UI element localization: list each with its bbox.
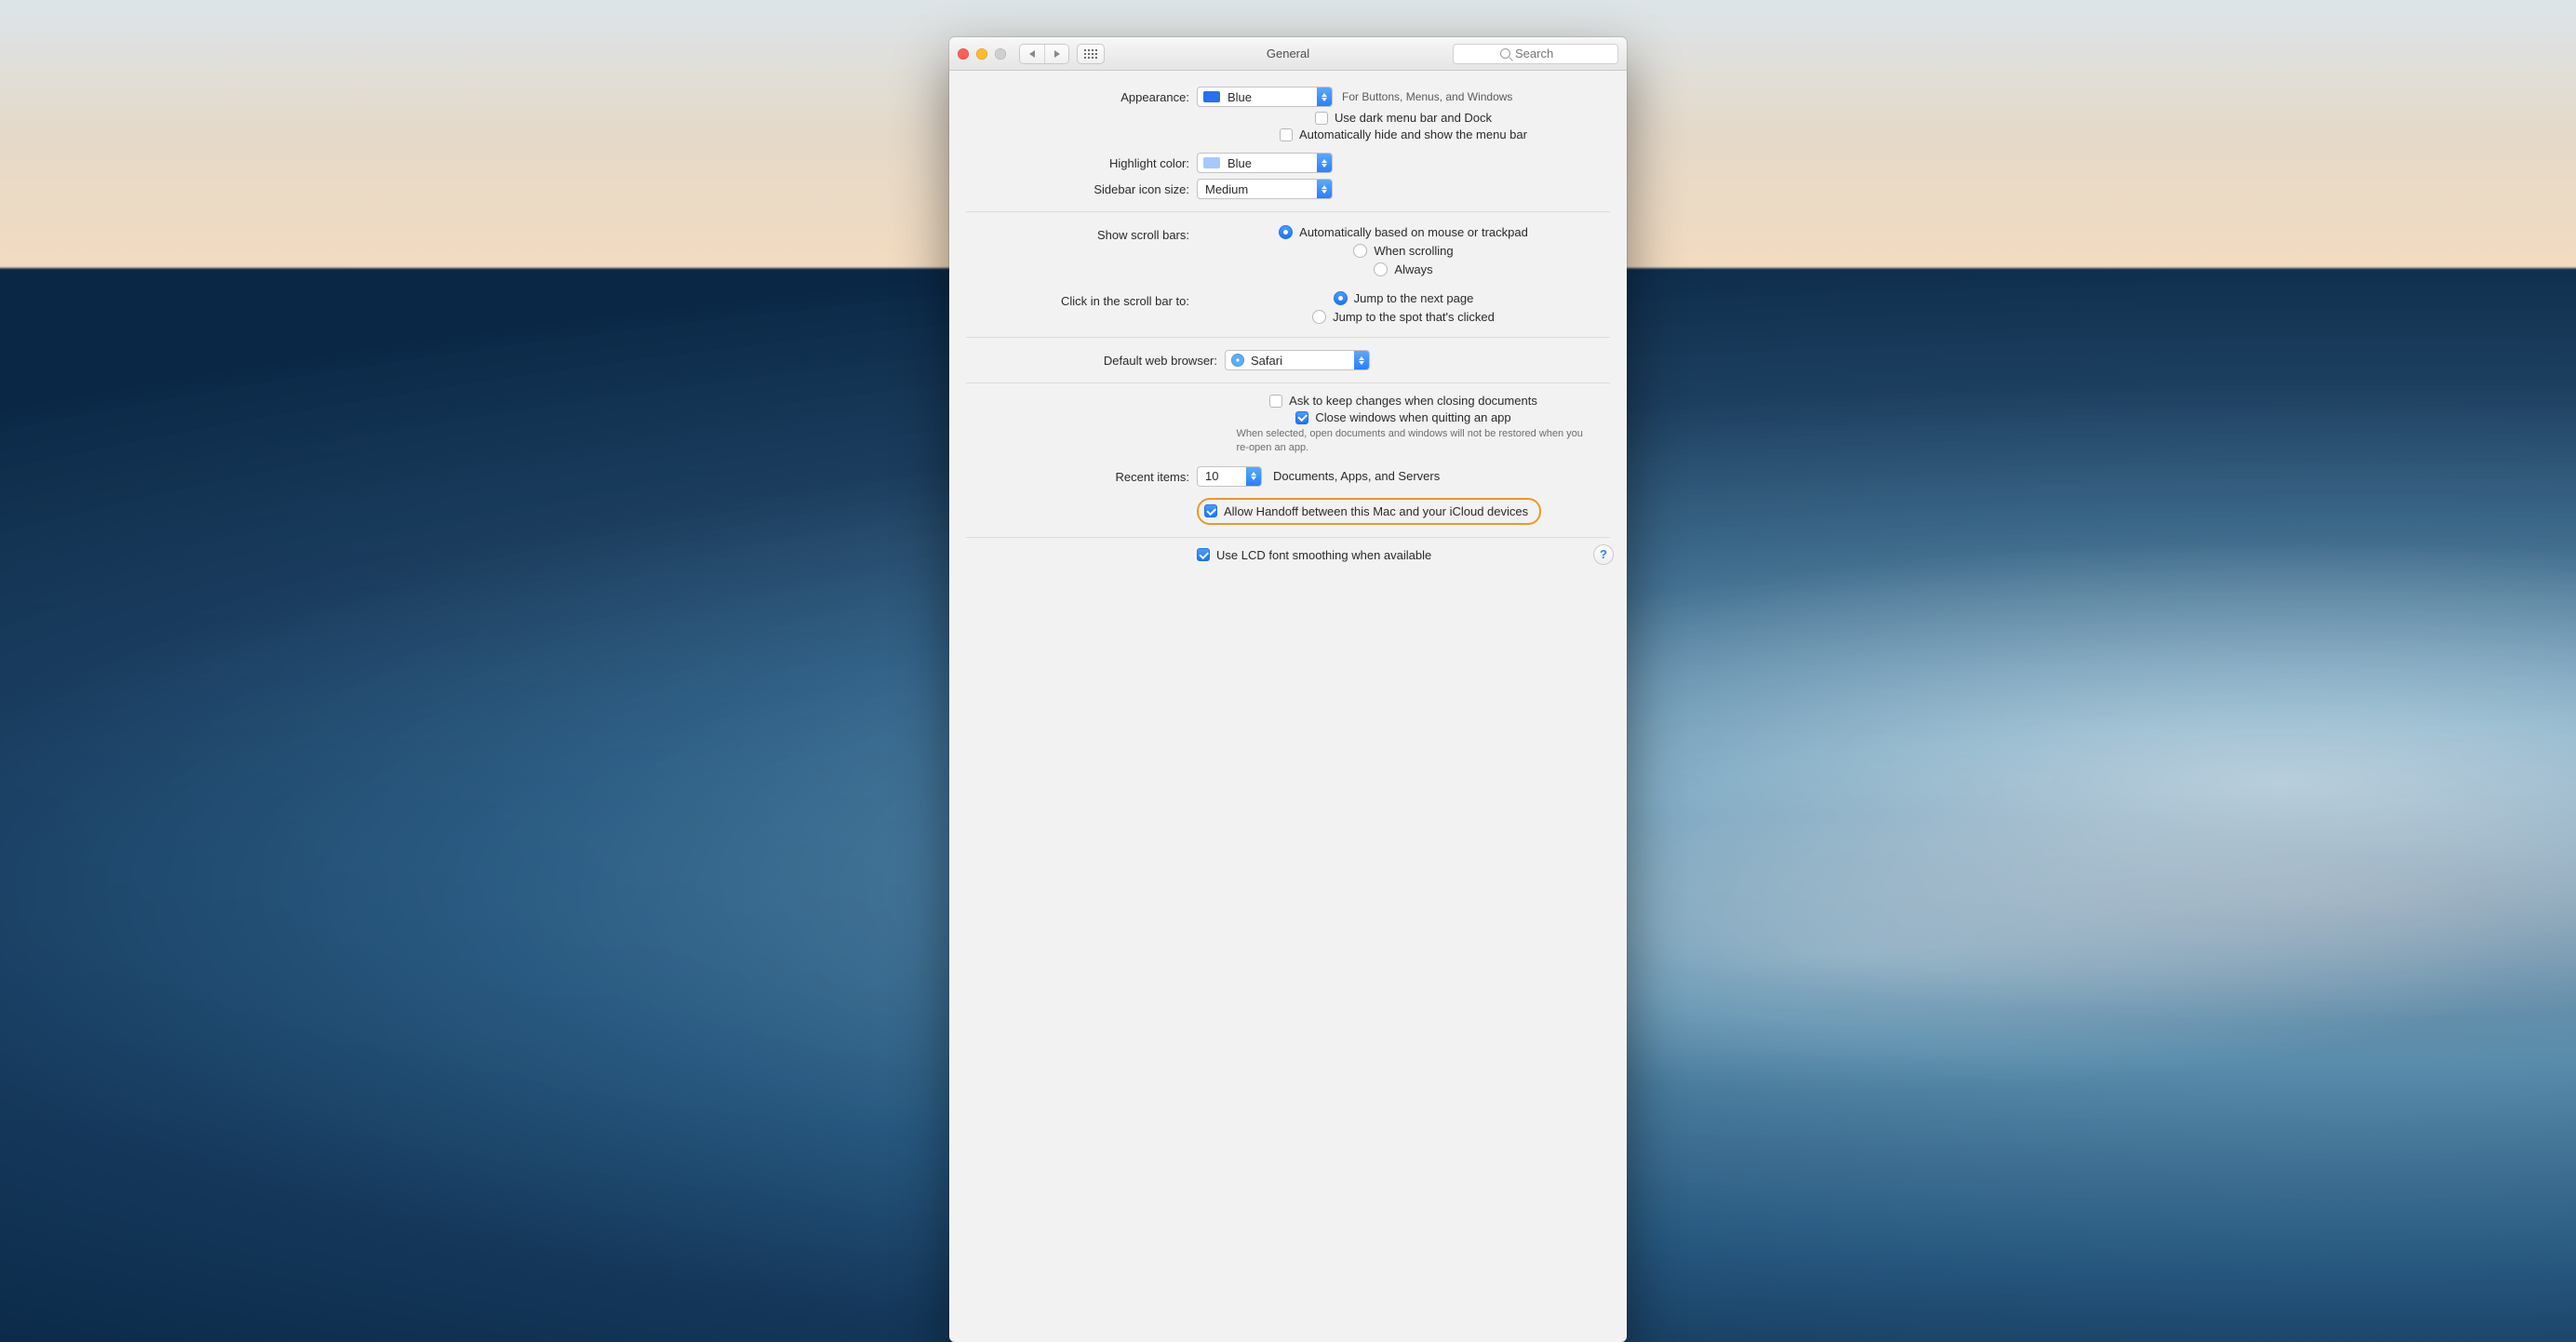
radio-icon (1334, 291, 1348, 305)
recent-label: Recent items: (966, 466, 1197, 484)
checkbox-icon (1269, 395, 1282, 408)
browser-label: Default web browser: (966, 350, 1225, 368)
dark-menu-checkbox[interactable]: Use dark menu bar and Dock (1315, 111, 1492, 125)
appearance-swatch (1203, 91, 1220, 102)
browser-popup[interactable]: Safari (1225, 350, 1370, 370)
radio-icon (1374, 262, 1388, 276)
zoom-window-button[interactable] (995, 48, 1006, 60)
close-window-button[interactable] (958, 48, 969, 60)
content-area: Appearance: Blue For Buttons, Menus, and… (949, 71, 1627, 578)
chevron-right-icon (1054, 50, 1060, 58)
forward-button[interactable] (1044, 45, 1068, 63)
safari-icon (1231, 354, 1244, 367)
scrollbars-option-scrolling[interactable]: When scrolling (1353, 243, 1453, 259)
highlight-popup[interactable]: Blue (1197, 153, 1333, 173)
close-windows-checkbox[interactable]: Close windows when quitting an app (1295, 410, 1510, 424)
grid-icon (1084, 49, 1097, 59)
appearance-popup[interactable]: Blue (1197, 87, 1333, 107)
minimize-window-button[interactable] (976, 48, 987, 60)
highlight-value: Blue (1226, 156, 1317, 170)
stepper-arrows-icon (1354, 351, 1369, 369)
divider (966, 337, 1610, 338)
checkbox-icon (1295, 411, 1308, 424)
recent-value: 10 (1198, 469, 1246, 483)
show-all-button[interactable] (1077, 44, 1105, 64)
highlight-swatch (1203, 157, 1220, 168)
chevron-left-icon (1029, 50, 1035, 58)
auto-hide-menu-checkbox[interactable]: Automatically hide and show the menu bar (1280, 127, 1527, 141)
radio-icon (1353, 244, 1367, 258)
divider (966, 211, 1610, 212)
divider (966, 537, 1610, 538)
dark-menu-label: Use dark menu bar and Dock (1335, 111, 1492, 125)
sidebar-size-value: Medium (1198, 182, 1317, 196)
auto-hide-menu-label: Automatically hide and show the menu bar (1299, 127, 1527, 141)
browser-value: Safari (1249, 354, 1354, 368)
sidebar-size-popup[interactable]: Medium (1197, 179, 1333, 199)
titlebar: General (949, 37, 1627, 71)
appearance-value: Blue (1226, 90, 1317, 104)
search-field[interactable] (1453, 44, 1618, 64)
search-input[interactable] (1515, 47, 1571, 60)
preferences-window: General Appearance: Blue For Buttons, Me… (949, 37, 1627, 1342)
stepper-arrows-icon (1246, 467, 1261, 486)
scrollclick-option-nextpage[interactable]: Jump to the next page (1334, 290, 1474, 306)
highlight-label: Highlight color: (966, 153, 1197, 170)
checkbox-icon (1204, 504, 1217, 517)
help-button[interactable]: ? (1593, 544, 1614, 565)
ask-keep-changes-checkbox[interactable]: Ask to keep changes when closing documen… (1269, 394, 1537, 408)
lcd-smoothing-checkbox[interactable]: Use LCD font smoothing when available (1197, 548, 1431, 562)
scrollbars-label: Show scroll bars: (966, 224, 1197, 242)
handoff-highlight: Allow Handoff between this Mac and your … (1197, 498, 1541, 525)
checkbox-icon (1280, 128, 1293, 141)
radio-icon (1279, 225, 1293, 239)
scrollclick-option-spot[interactable]: Jump to the spot that's clicked (1312, 309, 1495, 325)
checkbox-icon (1197, 548, 1210, 561)
stepper-arrows-icon (1317, 154, 1332, 172)
appearance-label: Appearance: (966, 87, 1197, 104)
scrollclick-label: Click in the scroll bar to: (966, 290, 1197, 308)
close-windows-note: When selected, open documents and window… (1237, 427, 1590, 455)
nav-segmented (1019, 44, 1069, 64)
recent-suffix: Documents, Apps, and Servers (1273, 469, 1440, 483)
appearance-hint: For Buttons, Menus, and Windows (1342, 90, 1512, 103)
stepper-arrows-icon (1317, 87, 1332, 106)
traffic-lights (958, 48, 1006, 60)
recent-popup[interactable]: 10 (1197, 466, 1262, 487)
sidebar-size-label: Sidebar icon size: (966, 179, 1197, 196)
search-icon (1500, 48, 1510, 59)
checkbox-icon (1315, 112, 1328, 125)
radio-icon (1312, 310, 1326, 324)
handoff-checkbox[interactable]: Allow Handoff between this Mac and your … (1204, 504, 1528, 518)
scrollbars-option-always[interactable]: Always (1374, 262, 1432, 277)
divider (966, 382, 1610, 383)
back-button[interactable] (1020, 45, 1044, 63)
stepper-arrows-icon (1317, 180, 1332, 198)
scrollbars-option-auto[interactable]: Automatically based on mouse or trackpad (1279, 224, 1528, 240)
